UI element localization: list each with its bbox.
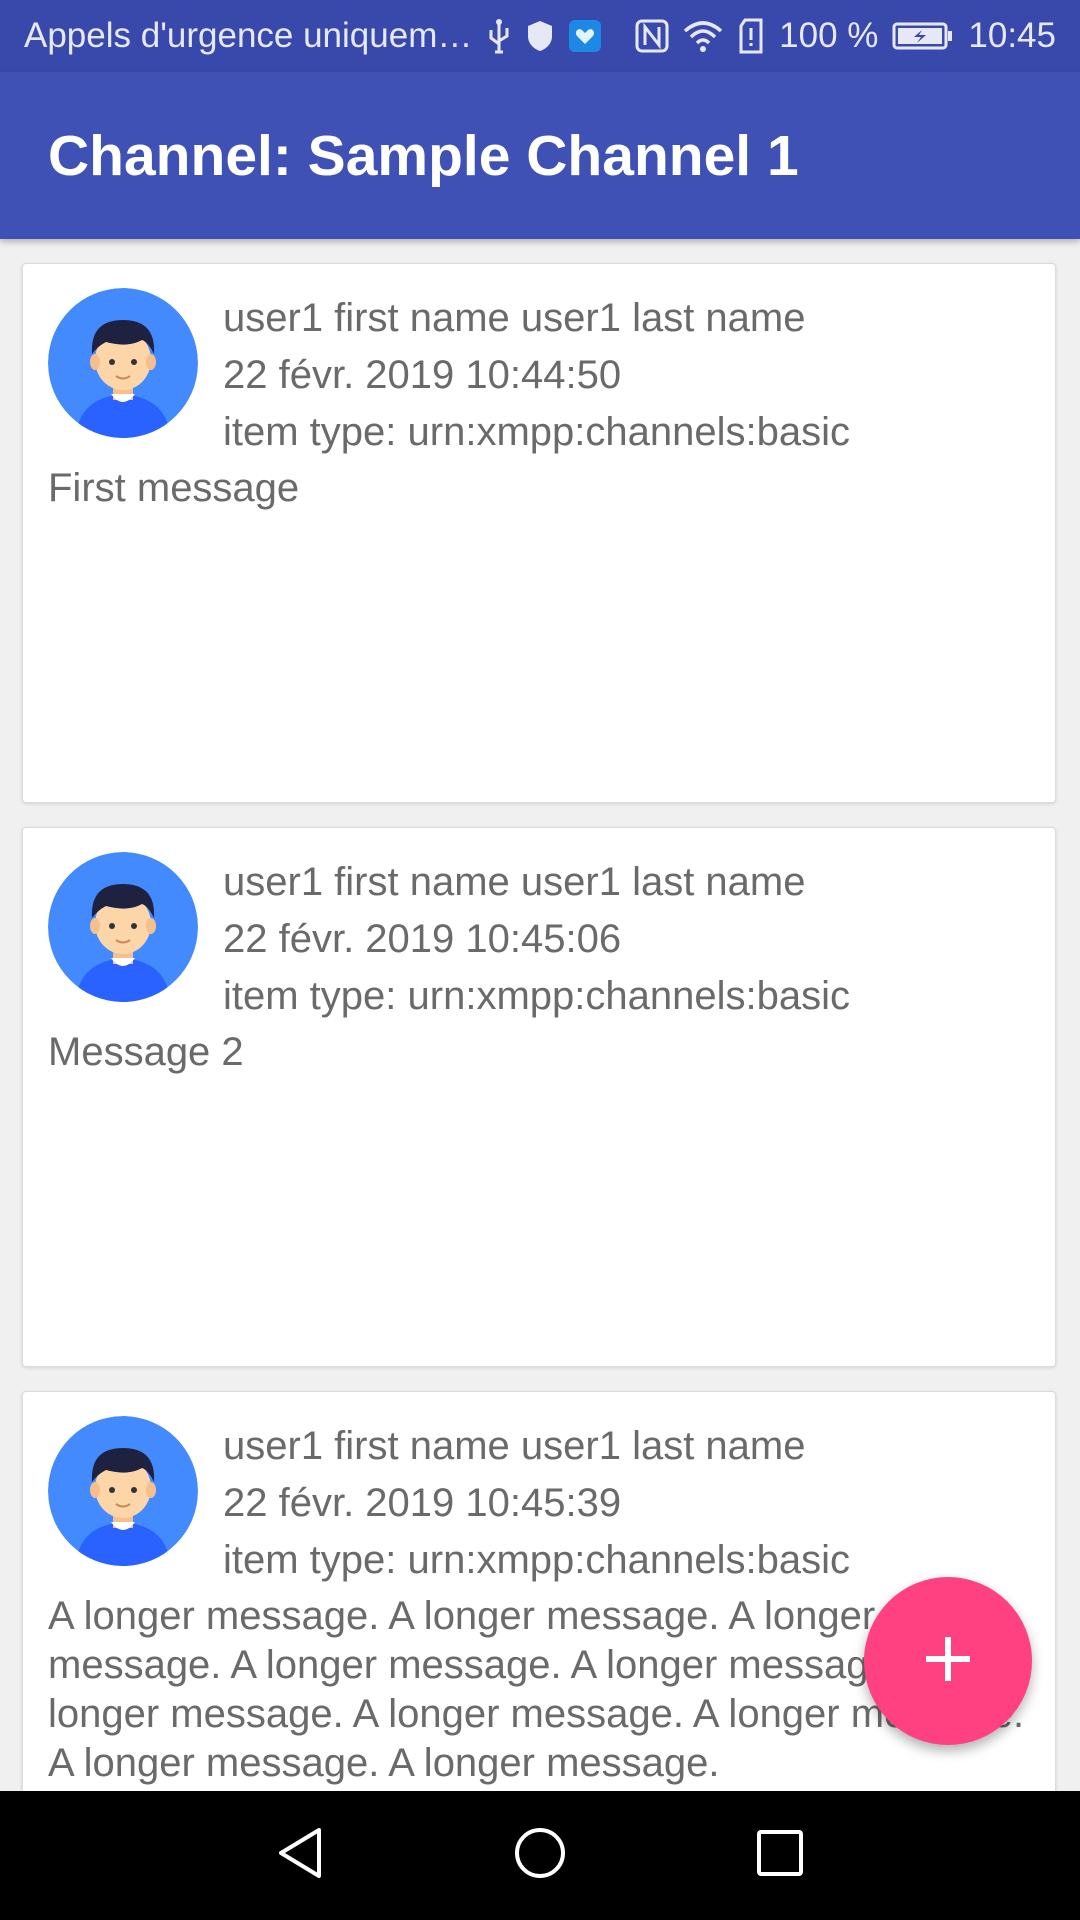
author-name: user1 first name user1 last name — [223, 860, 806, 904]
channel-item-card[interactable]: user1 first name user1 last name 22 févr… — [22, 263, 1056, 803]
avatar — [48, 852, 198, 1002]
home-button[interactable] — [510, 1826, 570, 1886]
navigation-bar — [0, 1791, 1080, 1920]
avatar — [48, 1416, 198, 1566]
author-name: user1 first name user1 last name — [223, 1424, 806, 1468]
author-name: user1 first name user1 last name — [223, 296, 806, 340]
timestamp: 22 févr. 2019 10:44:50 — [223, 353, 622, 397]
page-title: Channel: Sample Channel 1 — [48, 123, 799, 188]
app-notification-icon — [568, 19, 602, 53]
item-type: item type: urn:xmpp:channels:basic — [223, 974, 850, 1018]
nfc-icon — [635, 19, 669, 53]
recents-button[interactable] — [750, 1826, 810, 1886]
timestamp: 22 févr. 2019 10:45:39 — [223, 1481, 622, 1525]
item-meta: user1 first name user1 last name 22 févr… — [223, 854, 850, 1025]
avatar — [48, 288, 198, 438]
shield-icon — [526, 19, 554, 53]
message-body: Message 2 — [48, 1030, 244, 1074]
battery-percent: 100 % — [779, 16, 879, 55]
status-bar-right: 100 % 10:45 — [635, 16, 1056, 56]
status-bar-left: Appels d'urgence uniquem… — [24, 16, 602, 56]
plus-icon — [922, 1633, 974, 1690]
item-type: item type: urn:xmpp:channels:basic — [223, 1538, 850, 1582]
message-body: First message — [48, 466, 300, 510]
channel-item-list[interactable]: user1 first name user1 last name 22 févr… — [0, 239, 1080, 1791]
sim-alert-icon — [737, 18, 765, 54]
channel-item-card[interactable]: user1 first name user1 last name 22 févr… — [22, 827, 1056, 1367]
back-icon — [275, 1826, 325, 1885]
item-meta: user1 first name user1 last name 22 févr… — [223, 290, 850, 461]
timestamp: 22 févr. 2019 10:45:06 — [223, 917, 622, 961]
item-type: item type: urn:xmpp:channels:basic — [223, 410, 850, 454]
recents-icon — [755, 1828, 805, 1883]
status-time: 10:45 — [968, 16, 1056, 55]
app-bar: Channel: Sample Channel 1 — [0, 72, 1080, 239]
carrier-text: Appels d'urgence uniquem… — [24, 16, 473, 55]
home-icon — [513, 1826, 567, 1885]
battery-charging-icon — [892, 21, 954, 51]
usb-icon — [486, 18, 512, 54]
status-bar: Appels d'urgence uniquem… 100 % 10:45 — [0, 0, 1080, 72]
add-item-button[interactable] — [864, 1577, 1032, 1745]
item-meta: user1 first name user1 last name 22 févr… — [223, 1418, 850, 1589]
wifi-icon — [683, 19, 723, 53]
back-button[interactable] — [270, 1826, 330, 1886]
